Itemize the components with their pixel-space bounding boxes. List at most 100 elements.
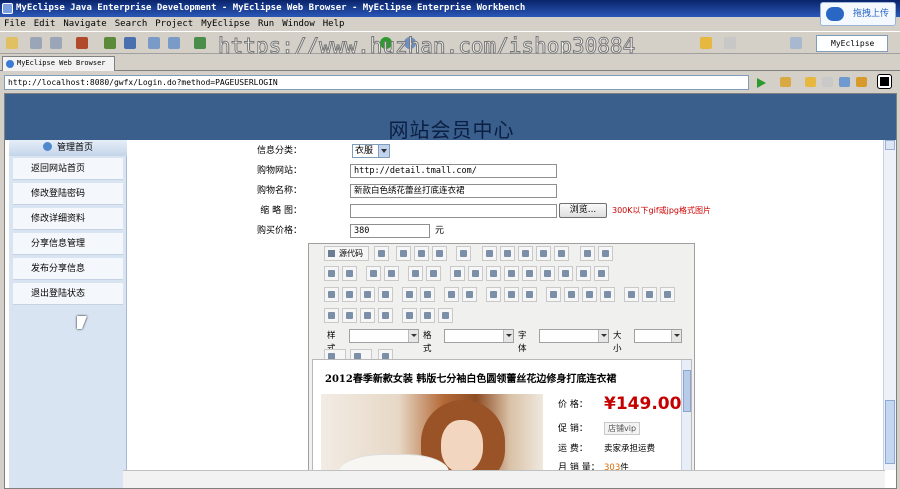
horizontal-rule-icon[interactable] <box>378 308 393 323</box>
blockquote-icon[interactable] <box>522 287 537 302</box>
save-icon[interactable] <box>30 37 42 49</box>
superscript-icon[interactable] <box>420 287 435 302</box>
align-justify-icon[interactable] <box>600 287 615 302</box>
page-break-icon[interactable] <box>438 308 453 323</box>
page-horizontal-scrollbar[interactable] <box>123 470 885 488</box>
open-perspective-icon[interactable] <box>790 37 802 49</box>
page-vertical-scrollbar[interactable] <box>883 140 896 470</box>
template-icon[interactable] <box>456 246 471 261</box>
menu-file[interactable]: File <box>4 17 26 31</box>
sidebar-item-share-manage[interactable]: 分享信息管理 <box>13 233 123 255</box>
price-input[interactable]: 380 <box>350 224 430 238</box>
bold-icon[interactable] <box>324 287 339 302</box>
subscript-icon[interactable] <box>402 287 417 302</box>
align-right-icon[interactable] <box>582 287 597 302</box>
server-icon[interactable] <box>148 37 160 49</box>
remove-format-icon[interactable] <box>426 266 441 281</box>
select-all-icon[interactable] <box>408 266 423 281</box>
underline-icon[interactable] <box>360 287 375 302</box>
checkbox-icon[interactable] <box>468 266 483 281</box>
tab-web-browser[interactable]: MyEclipse Web Browser <box>2 56 115 71</box>
print-icon[interactable] <box>580 246 595 261</box>
style-combo[interactable] <box>349 329 419 343</box>
paste-text-icon[interactable] <box>536 246 551 261</box>
ordered-list-icon[interactable] <box>444 287 459 302</box>
run-config-icon[interactable] <box>194 37 206 49</box>
align-left-icon[interactable] <box>546 287 561 302</box>
radio-icon[interactable] <box>486 266 501 281</box>
go-icon[interactable] <box>757 78 766 88</box>
menu-myeclipse[interactable]: MyEclipse <box>201 17 250 31</box>
category-select[interactable]: 衣服 <box>352 144 390 158</box>
sidebar-item-publish-share[interactable]: 发布分享信息 <box>13 258 123 280</box>
image-button-icon[interactable] <box>576 266 591 281</box>
spellcheck-icon[interactable] <box>598 246 613 261</box>
copy-icon[interactable] <box>500 246 515 261</box>
menu-project[interactable]: Project <box>155 17 193 31</box>
hidden-field-icon[interactable] <box>594 266 609 281</box>
form-icon[interactable] <box>450 266 465 281</box>
upload-button[interactable]: 拖拽上传 <box>820 2 896 26</box>
align-center-icon[interactable] <box>564 287 579 302</box>
format-combo[interactable] <box>444 329 514 343</box>
flash-icon[interactable] <box>342 308 357 323</box>
forward-icon[interactable] <box>822 77 833 87</box>
perspective-switcher[interactable]: MyEclipse ... <box>816 35 888 63</box>
forward-arrow-icon[interactable] <box>724 37 736 49</box>
unlink-icon[interactable] <box>642 287 657 302</box>
menu-edit[interactable]: Edit <box>34 17 56 31</box>
cut-icon[interactable] <box>482 246 497 261</box>
deploy-icon[interactable] <box>124 37 136 49</box>
thumbnail-file-input[interactable] <box>350 204 557 218</box>
url-input[interactable]: http://localhost:8080/gwfx/Login.do?meth… <box>4 75 749 90</box>
outdent-icon[interactable] <box>486 287 501 302</box>
unordered-list-icon[interactable] <box>462 287 477 302</box>
size-combo[interactable] <box>634 329 682 343</box>
paste-icon[interactable] <box>518 246 533 261</box>
print-preview-icon[interactable] <box>432 246 447 261</box>
replace-icon[interactable] <box>384 266 399 281</box>
build-icon[interactable] <box>76 37 88 49</box>
strike-icon[interactable] <box>378 287 393 302</box>
sidebar-header[interactable]: 管理首页 <box>9 140 127 156</box>
menu-run[interactable]: Run <box>258 17 274 31</box>
menu-search[interactable]: Search <box>115 17 148 31</box>
new-page-icon[interactable] <box>414 246 429 261</box>
smiley-icon[interactable] <box>402 308 417 323</box>
select-field-icon[interactable] <box>540 266 555 281</box>
home-icon[interactable] <box>839 77 850 87</box>
scroll-up-icon[interactable] <box>885 140 895 150</box>
italic-icon[interactable] <box>342 287 357 302</box>
page-scroll-thumb[interactable] <box>885 400 895 464</box>
bookmark-icon[interactable] <box>780 77 791 87</box>
menu-help[interactable]: Help <box>323 17 345 31</box>
textfield-icon[interactable] <box>504 266 519 281</box>
save-doc-icon[interactable] <box>396 246 411 261</box>
new-icon[interactable] <box>6 37 18 49</box>
refresh-icon[interactable] <box>856 77 867 87</box>
source-code-button[interactable]: 源代码 <box>324 246 369 261</box>
indent-icon[interactable] <box>504 287 519 302</box>
back-icon[interactable] <box>805 77 816 87</box>
save-all-icon[interactable] <box>50 37 62 49</box>
menu-window[interactable]: Window <box>282 17 315 31</box>
sidebar-item-change-password[interactable]: 修改登陆密码 <box>13 183 123 205</box>
anchor-icon[interactable] <box>660 287 675 302</box>
preview-icon[interactable] <box>374 246 389 261</box>
link-icon[interactable] <box>624 287 639 302</box>
sidebar-item-logout[interactable]: 退出登陆状态 <box>13 283 123 305</box>
textarea-icon[interactable] <box>522 266 537 281</box>
font-combo[interactable] <box>539 329 609 343</box>
editor-scroll-thumb[interactable] <box>683 370 691 412</box>
find-icon[interactable] <box>366 266 381 281</box>
paste-word-icon[interactable] <box>554 246 569 261</box>
back-arrow-icon[interactable] <box>700 37 712 49</box>
special-char-icon[interactable] <box>420 308 435 323</box>
browse-button[interactable]: 浏览... <box>559 203 607 218</box>
shop-site-input[interactable]: http://detail.tmall.com/ <box>350 164 557 178</box>
undo-icon[interactable] <box>324 266 339 281</box>
table-icon[interactable] <box>360 308 375 323</box>
sidebar-item-home[interactable]: 返回网站首页 <box>13 158 123 180</box>
debug-icon[interactable] <box>104 37 116 49</box>
button-field-icon[interactable] <box>558 266 573 281</box>
